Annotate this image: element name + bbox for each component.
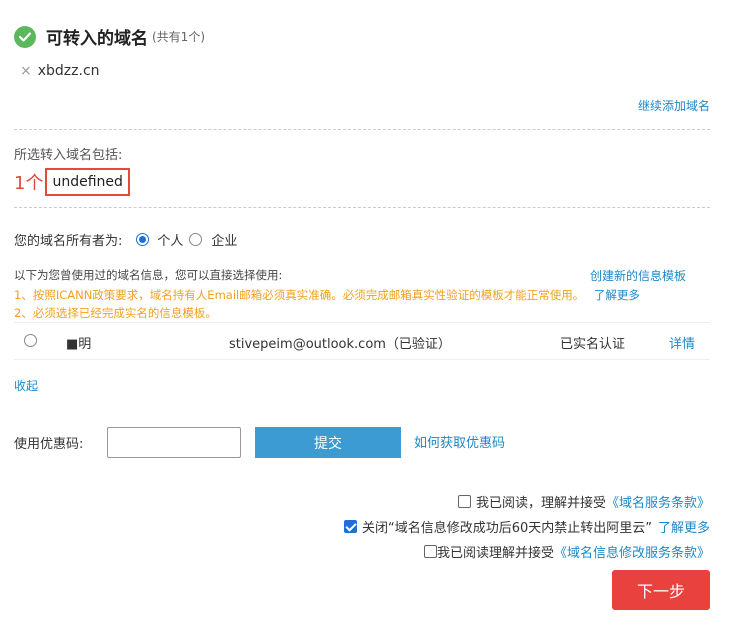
- owner-label: 您的域名所有者为:: [14, 234, 123, 249]
- template-row[interactable]: ■明 stivepeim@outlook.com（已验证） 已实名认证 详情: [14, 323, 710, 359]
- selected-count: 1个: [14, 173, 44, 194]
- domain-service-terms-link[interactable]: 《域名服务条款》: [606, 492, 710, 511]
- agreement-modify-checkbox[interactable]: [423, 545, 437, 558]
- templates-intro: 以下为您曾使用过的域名信息，您可以直接选择使用:: [14, 268, 283, 282]
- notice-1: 1、按照ICANN政策要求，域名持有人Email邮箱必须真实准确。必须完成邮箱真…: [14, 287, 640, 303]
- agreement-lock-text: 关闭“域名信息修改成功后60天内禁止转出阿里云”: [361, 521, 652, 536]
- submit-button[interactable]: 提交: [255, 427, 401, 458]
- template-detail-link[interactable]: 详情: [669, 333, 695, 352]
- owner-radio-personal[interactable]: [136, 233, 150, 246]
- selected-domain-value: undefined: [45, 168, 130, 196]
- coupon-input[interactable]: [107, 427, 241, 458]
- template-radio[interactable]: [24, 334, 37, 347]
- check-circle-icon: [14, 25, 36, 48]
- learn-more-link[interactable]: 了解更多: [594, 288, 640, 302]
- agreement-modify: 我已阅读理解并接受 《域名信息修改服务条款》: [423, 542, 710, 561]
- owner-row: 您的域名所有者为: 个人 企业: [14, 230, 237, 249]
- close-icon[interactable]: ×: [20, 63, 32, 79]
- notice-1-text: 1、按照ICANN政策要求，域名持有人Email邮箱必须真实准确。必须完成邮箱真…: [14, 288, 585, 302]
- template-owner-name: ■明: [66, 337, 92, 352]
- agreement-lock-learn-more-link[interactable]: 了解更多: [658, 517, 710, 536]
- create-template-link[interactable]: 创建新的信息模板: [590, 267, 686, 284]
- agreement-terms-text: 我已阅读，理解并接受: [475, 496, 606, 511]
- collapse-link[interactable]: 收起: [14, 377, 38, 394]
- agreement-lock-checkbox[interactable]: [343, 520, 357, 533]
- template-email: stivepeim@outlook.com（已验证）: [229, 337, 451, 352]
- domain-name: xbdzz.cn: [37, 63, 100, 79]
- header: 可转入的域名 (共有1个): [14, 24, 205, 49]
- domain-count: (共有1个): [152, 30, 205, 44]
- agreement-terms: 我已阅读，理解并接受 《域名服务条款》: [457, 492, 710, 511]
- template-row-bottom-border: [14, 359, 710, 360]
- owner-option-personal: 个人: [157, 234, 184, 249]
- domain-info-modify-terms-link[interactable]: 《域名信息修改服务条款》: [554, 542, 710, 561]
- agreement-modify-text: 我已阅读理解并接受: [436, 546, 554, 561]
- how-to-get-coupon-link[interactable]: 如何获取优惠码: [414, 432, 505, 451]
- template-status: 已实名认证: [560, 337, 626, 352]
- owner-option-company: 企业: [211, 234, 238, 249]
- divider: [14, 207, 710, 208]
- next-step-button[interactable]: 下一步: [612, 570, 710, 610]
- agreement-lock: 关闭“域名信息修改成功后60天内禁止转出阿里云” 了解更多: [343, 517, 710, 536]
- selected-label: 所选转入域名包括:: [14, 148, 123, 163]
- domain-item: × xbdzz.cn: [20, 63, 100, 79]
- agreement-terms-checkbox[interactable]: [457, 495, 471, 508]
- continue-add-domain-link[interactable]: 继续添加域名: [638, 97, 710, 114]
- page-title: 可转入的域名: [46, 29, 148, 49]
- owner-radio-company[interactable]: [189, 233, 203, 246]
- divider: [14, 129, 710, 130]
- selected-summary: 1个 undefined: [14, 168, 130, 196]
- notice-2: 2、必须选择已经完成实名的信息模板。: [14, 306, 217, 320]
- coupon-label: 使用优惠码:: [14, 437, 84, 452]
